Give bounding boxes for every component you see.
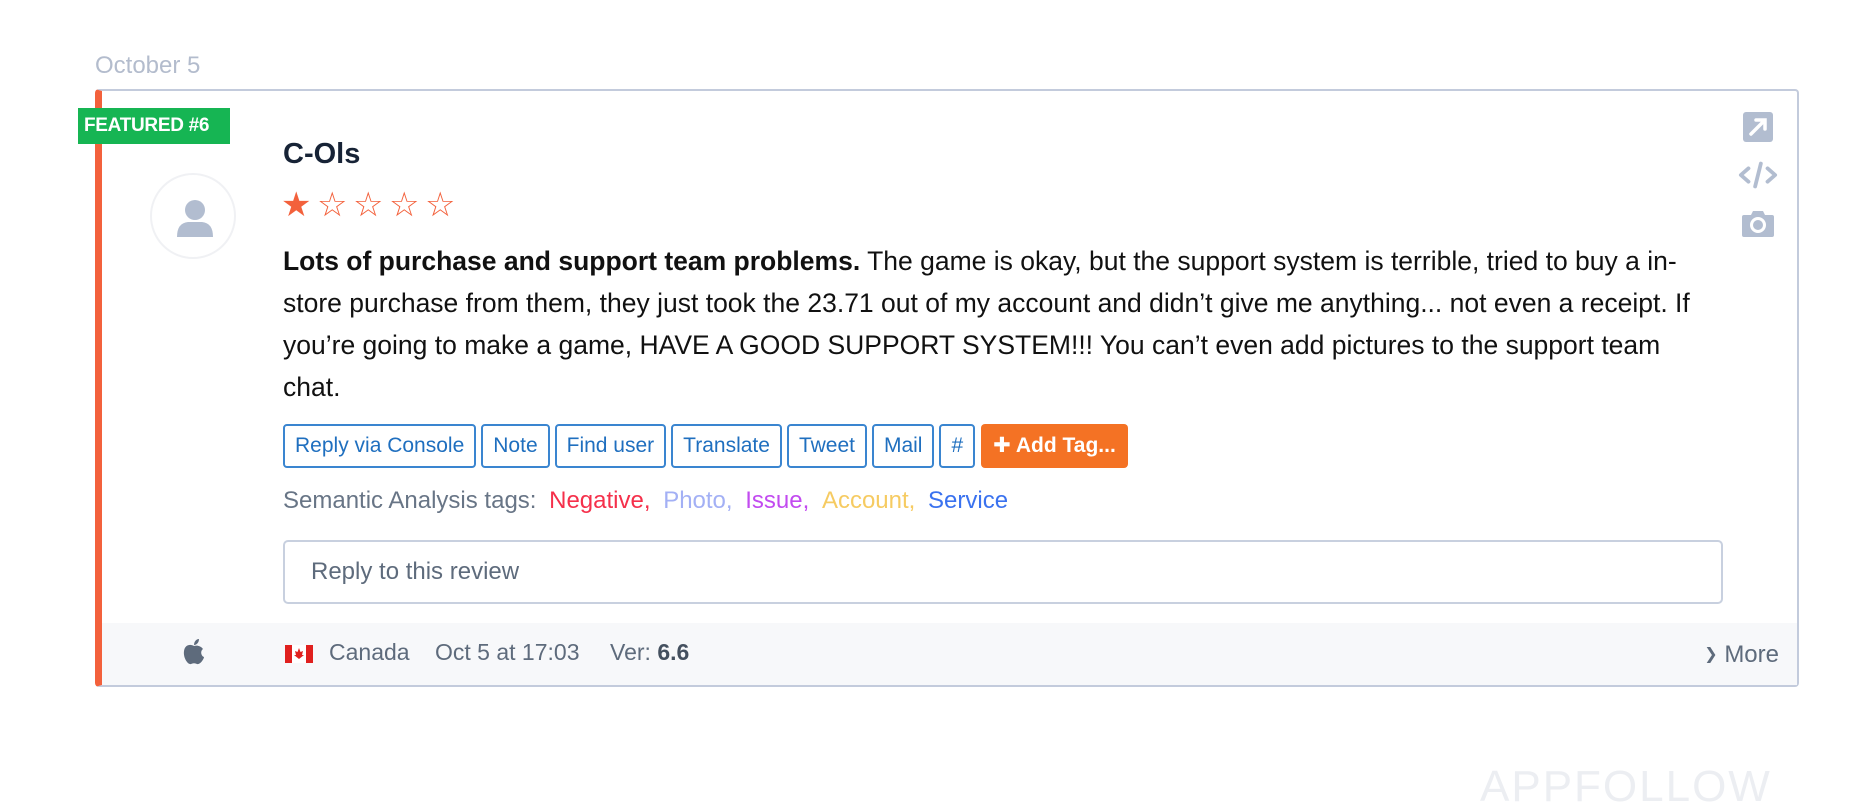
chevron-down-icon: ❯ <box>1704 646 1718 663</box>
code-embed-icon[interactable] <box>1738 160 1778 190</box>
tag-negative[interactable]: Negative, <box>549 487 650 514</box>
semantic-tags: Semantic Analysis tags: Negative, Photo,… <box>283 487 1008 515</box>
appfollow-watermark: APPFOLLOW <box>1480 762 1772 806</box>
star-empty-icon: ☆ <box>353 186 384 224</box>
reply-via-console-button[interactable]: Reply via Console <box>283 424 477 468</box>
hashtag-button[interactable]: # <box>939 424 976 468</box>
translate-button[interactable]: Translate <box>671 424 782 468</box>
tag-account[interactable]: Account, <box>822 487 915 514</box>
review-author: C-Ols <box>283 138 361 170</box>
app-version: Ver: 6.6 <box>610 639 689 666</box>
side-icons <box>1738 112 1778 256</box>
plus-icon: ✚ <box>993 434 1011 457</box>
add-tag-button[interactable]: ✚ Add Tag... <box>981 424 1128 468</box>
review-body: Lots of purchase and support team proble… <box>283 240 1713 408</box>
avatar <box>150 173 236 259</box>
tag-service[interactable]: Service <box>928 487 1008 514</box>
date-header: October 5 <box>95 52 201 79</box>
version-label: Ver: <box>610 639 651 665</box>
star-empty-icon: ☆ <box>317 186 348 224</box>
mail-button[interactable]: Mail <box>871 424 935 468</box>
action-bar: Reply via Console Note Find user Transla… <box>283 424 1128 468</box>
tweet-button[interactable]: Tweet <box>786 424 867 468</box>
more-label: More <box>1724 641 1779 668</box>
star-empty-icon: ☆ <box>425 186 456 224</box>
star-filled-icon: ★ <box>281 186 312 224</box>
review-title: Lots of purchase and support team proble… <box>283 246 861 276</box>
tag-photo[interactable]: Photo, <box>663 487 732 514</box>
country: Canada <box>329 639 410 665</box>
review-footer: Canada Oct 5 at 17:03 Ver: 6.6 ❯ More <box>102 623 1797 685</box>
more-button[interactable]: ❯ More <box>1704 641 1779 669</box>
semantic-label: Semantic Analysis tags: <box>283 487 537 514</box>
apple-icon <box>183 639 204 665</box>
note-button[interactable]: Note <box>481 424 550 468</box>
find-user-button[interactable]: Find user <box>554 424 667 468</box>
screenshot-camera-icon[interactable] <box>1738 208 1778 238</box>
canada-flag-icon <box>285 645 313 663</box>
tag-issue[interactable]: Issue, <box>745 487 809 514</box>
review-datetime: Oct 5 at 17:03 <box>435 639 580 665</box>
external-link-icon[interactable] <box>1738 112 1778 142</box>
user-icon <box>177 200 213 237</box>
featured-badge: FEATURED #6 <box>78 108 230 144</box>
reply-input[interactable]: Reply to this review <box>283 540 1723 604</box>
add-tag-label: Add Tag... <box>1015 434 1116 457</box>
star-empty-icon: ☆ <box>389 186 420 224</box>
version-value: 6.6 <box>657 639 690 665</box>
star-rating: ★ ☆ ☆ ☆ ☆ <box>281 188 459 222</box>
